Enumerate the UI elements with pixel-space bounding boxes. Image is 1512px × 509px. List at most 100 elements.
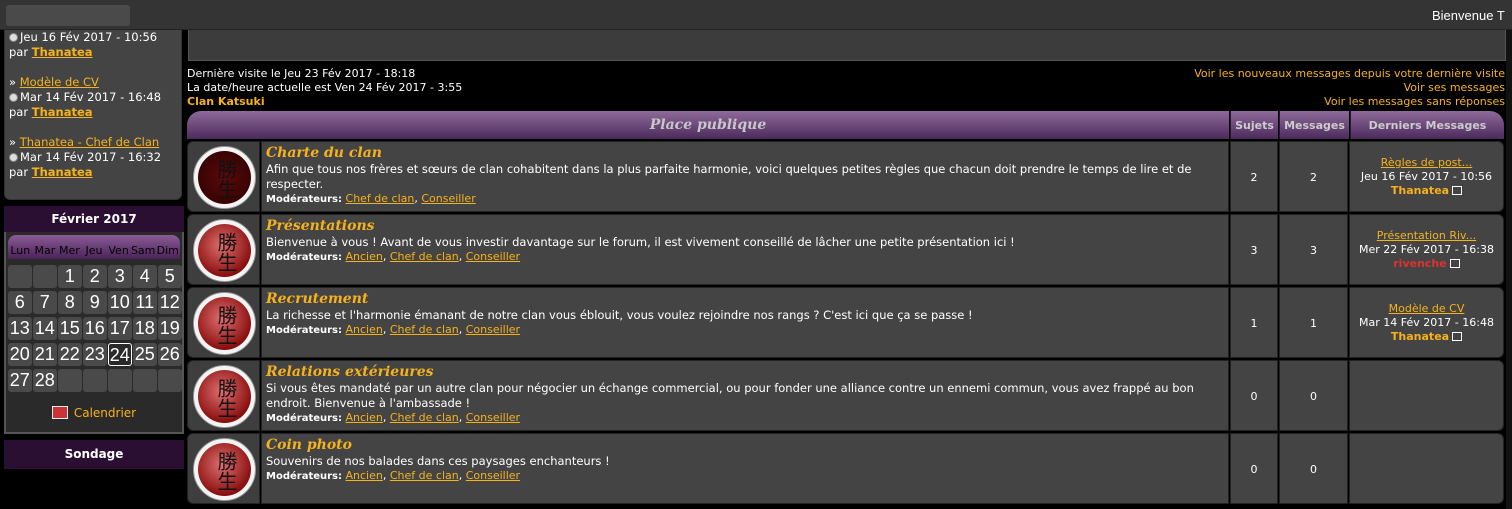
calendar-day[interactable]: 9 [83, 291, 107, 314]
moderator-link[interactable]: Conseiller [466, 411, 520, 424]
calendar-day[interactable]: 16 [83, 317, 107, 340]
clan-breadcrumb[interactable]: Clan Katsuki [187, 95, 462, 109]
moderator-link[interactable]: Conseiller [466, 469, 520, 482]
moderator-link[interactable]: Ancien [346, 469, 383, 482]
calendar-day[interactable]: 3 [108, 265, 132, 288]
last-post-author[interactable]: Thanatea [1391, 184, 1449, 197]
calendar-day[interactable]: 6 [8, 291, 32, 314]
calendar-day[interactable]: 1 [58, 265, 82, 288]
seal-glyph: 勝生 [214, 231, 238, 272]
calendar-day[interactable]: 22 [58, 343, 82, 366]
forum-row: 勝生 Coin photo Souvenirs de nos balades dan… [187, 433, 1504, 504]
weekday-label: Mer [59, 244, 80, 257]
topic-count: 1 [1230, 287, 1278, 358]
last-post-date: Mer 22 Fév 2017 - 16:38 [1359, 243, 1494, 256]
clan-seal-icon: 勝生 [193, 438, 256, 501]
calendar-day[interactable]: 26 [158, 343, 182, 366]
calendar-day[interactable]: 28 [33, 369, 57, 392]
calendar-day[interactable]: 20 [8, 343, 32, 366]
topic-count: 0 [1230, 360, 1278, 431]
forum-icon-cell: 勝生 [187, 141, 260, 212]
unanswered-messages-link[interactable]: Voir les messages sans réponses [1324, 95, 1505, 108]
calendar-day[interactable]: 7 [33, 291, 57, 314]
calendar-day[interactable]: 2 [83, 265, 107, 288]
calendar-day[interactable]: 10 [108, 291, 132, 314]
goto-post-icon[interactable] [1452, 332, 1463, 341]
category-title[interactable]: Place publique [187, 111, 1229, 139]
clan-seal-icon: 勝生 [193, 365, 256, 428]
calendar-link[interactable]: Calendrier [74, 406, 136, 420]
moderator-link[interactable]: Conseiller [466, 250, 520, 263]
calendar-empty-cell [58, 369, 82, 392]
calendar-day[interactable]: 15 [58, 317, 82, 340]
moderator-link[interactable]: Ancien [346, 323, 383, 336]
recent-topic-link[interactable]: Modèle de CV [20, 75, 99, 89]
message-count: 0 [1279, 433, 1348, 504]
moderator-link[interactable]: Ancien [346, 250, 383, 263]
moderators-label: Modérateurs: [266, 413, 343, 424]
forum-description: Si vous êtes mandaté par un autre clan p… [266, 381, 1194, 410]
calendar-empty-cell [108, 369, 132, 392]
calendar-day[interactable]: 14 [33, 317, 57, 340]
clan-seal-icon: 勝生 [193, 219, 256, 282]
moderator-link[interactable]: Chef de clan [390, 250, 459, 263]
forum-title-link[interactable]: Relations extérieures [266, 364, 1224, 381]
recent-author-link[interactable]: Thanatea [32, 105, 93, 119]
calendar-day[interactable]: 17 [108, 317, 132, 340]
calendar-day[interactable]: 13 [8, 317, 32, 340]
last-post-author[interactable]: rivenche [1393, 257, 1446, 270]
own-messages-link[interactable]: Voir ses messages [1404, 81, 1505, 94]
moderator-link[interactable]: Chef de clan [390, 323, 459, 336]
calendar-day[interactable]: 4 [133, 265, 157, 288]
moderator-link[interactable]: Chef de clan [390, 469, 459, 482]
calendar-day[interactable]: 8 [58, 291, 82, 314]
top-bar: Bienvenue T [0, 0, 1512, 30]
clock-icon [9, 93, 18, 102]
calendar-widget: Lun Mar Mer Jeu Ven Sam Dim 1 2 3 4 5 6 7 8 9 10 11 12 13 1… [4, 232, 184, 434]
calendar-day[interactable]: 23 [83, 343, 107, 366]
last-post-link[interactable]: Règles de post... [1381, 156, 1472, 169]
forum-moderators: Modérateurs: Ancien, Chef de clan, Conse… [266, 250, 521, 263]
goto-post-icon[interactable] [1449, 259, 1460, 268]
calendar-day[interactable]: 18 [133, 317, 157, 340]
calendar-icon [51, 406, 68, 419]
poll-title: Sondage [4, 440, 184, 469]
forum-title-link[interactable]: Recrutement [266, 291, 1224, 308]
user-avatar-box[interactable] [6, 5, 130, 26]
scrollbar[interactable] [1506, 30, 1512, 509]
calendar-day[interactable]: 5 [158, 265, 182, 288]
new-messages-link[interactable]: Voir les nouveaux messages depuis votre … [1194, 67, 1505, 80]
recent-topic-link[interactable]: Thanatea - Chef de Clan [20, 135, 159, 149]
calendar-day[interactable]: 19 [158, 317, 182, 340]
recent-author-link[interactable]: Thanatea [32, 45, 93, 59]
calendar-day[interactable]: 11 [133, 291, 157, 314]
calendar-day[interactable]: 12 [158, 291, 182, 314]
moderator-link[interactable]: Conseiller [421, 192, 475, 205]
moderator-link[interactable]: Ancien [346, 411, 383, 424]
calendar-day[interactable]: 24 [108, 343, 132, 366]
recent-author-link[interactable]: Thanatea [32, 165, 93, 179]
last-messages-header: Derniers Messages [1350, 111, 1504, 139]
moderators-label: Modérateurs: [266, 194, 343, 205]
last-post-link[interactable]: Présentation Riv... [1377, 229, 1476, 242]
moderators-label: Modérateurs: [266, 325, 343, 336]
calendar-day[interactable]: 21 [33, 343, 57, 366]
last-post-author[interactable]: Thanatea [1391, 330, 1449, 343]
moderator-link[interactable]: Chef de clan [390, 411, 459, 424]
recent-date: Mar 14 Fév 2017 - 16:48 [20, 90, 162, 104]
moderator-link[interactable]: Conseiller [466, 323, 520, 336]
last-post-link[interactable]: Modèle de CV [1389, 302, 1465, 315]
calendar-weekday-header: Lun Mar Mer Jeu Ven Sam Dim [8, 235, 180, 259]
calendar-day[interactable]: 27 [8, 369, 32, 392]
calendar-day[interactable]: 25 [133, 343, 157, 366]
forum-title-link[interactable]: Charte du clan [266, 145, 1224, 162]
forum-row: 勝生 Charte du clan Afin que tous nos frères… [187, 141, 1504, 212]
weekday-label: Dim [156, 244, 179, 257]
welcome-text: Bienvenue T [1432, 8, 1505, 23]
message-count: 3 [1279, 214, 1348, 285]
forum-title-link[interactable]: Coin photo [266, 437, 1224, 454]
goto-post-icon[interactable] [1452, 186, 1463, 195]
sujets-header: Sujets [1230, 111, 1278, 139]
forum-title-link[interactable]: Présentations [266, 218, 1224, 235]
moderator-link[interactable]: Chef de clan [346, 192, 415, 205]
